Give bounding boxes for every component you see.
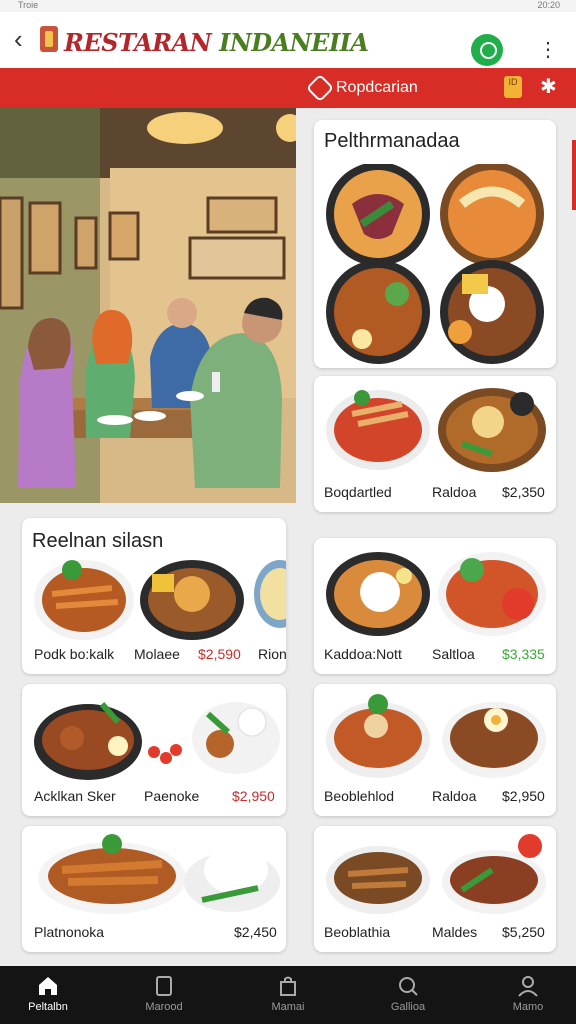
dish-image (326, 694, 546, 778)
nav-item-profile[interactable]: Mamo (480, 966, 576, 1024)
category-icon (305, 73, 335, 103)
dish-name: Acklkan Sker (34, 788, 116, 804)
book-icon (156, 976, 172, 996)
card-title: Pelthrmanadaa (324, 130, 460, 152)
dining-scene-image (0, 108, 296, 503)
dish-price: $3,335 (502, 646, 545, 662)
dish-image (326, 388, 546, 472)
dish-card[interactable]: Beoblehlod Raldoa $2,950 (314, 684, 556, 816)
dish-card[interactable]: Kaddoa:Nott Saltloa $3,335 (314, 538, 556, 674)
dish-price: $5,250 (502, 924, 545, 940)
dish-extra: Rion (258, 646, 286, 662)
dish-image (34, 702, 280, 780)
dish-image (326, 552, 546, 636)
dish-card[interactable]: Beoblathia Maldes $5,250 (314, 826, 556, 952)
dish-name: Podk bo:kalk (34, 646, 115, 662)
back-arrow-icon[interactable]: ‹ (14, 26, 36, 54)
more-options-icon[interactable]: ⋮ (538, 36, 558, 64)
dish-price: $2,450 (234, 924, 277, 940)
dish-name: Boqdartled (324, 484, 392, 500)
dish-image (38, 834, 280, 914)
dish-price: $2,590 (198, 646, 241, 662)
card-title: Reelnan silasn (32, 530, 164, 552)
nav-label: Mamo (512, 1001, 544, 1013)
dish-image (34, 560, 286, 640)
dish-card[interactable]: Boqdartled Raldoa $2,350 (314, 376, 556, 512)
app-title: RESTARAN INDANEIIA (64, 28, 369, 57)
nav-item-gallery[interactable]: Gallioa (360, 966, 456, 1024)
dish-tag: Molaee (134, 646, 180, 662)
dish-tag: Raldoa (432, 484, 477, 500)
dish-price: $2,350 (502, 484, 545, 500)
dish-name: Kaddoa:Nott (324, 646, 402, 662)
status-bar: Troie 20:20 (0, 0, 576, 12)
user-icon (518, 976, 538, 997)
dish-name: Platnonoka (34, 924, 105, 940)
dish-tag: Raldoa (432, 788, 477, 804)
dish-price: $2,950 (232, 788, 275, 804)
app-title-part2: INDANEIIA (219, 28, 369, 57)
nav-item-menu[interactable]: Marood (116, 966, 212, 1024)
dish-price: $2,950 (502, 788, 545, 804)
nav-item-home[interactable]: Peltalbn (0, 966, 96, 1024)
category-label[interactable]: Ropdcarian (336, 79, 418, 97)
home-icon (39, 977, 57, 995)
dish-tag: Paenoke (144, 788, 200, 804)
dish-tag: Saltloa (432, 646, 475, 662)
search-icon (399, 977, 418, 996)
featured-menu-card[interactable]: Pelthrmanadaa (314, 120, 556, 368)
dish-tag: Maldes (432, 924, 478, 940)
scroll-edge-accent (572, 140, 576, 210)
dish-name: Beoblathia (324, 924, 391, 940)
nav-item-orders[interactable]: Mamai (240, 966, 336, 1024)
dish-name: Beoblehlod (324, 788, 395, 804)
verified-button[interactable] (471, 34, 503, 66)
clock-text: 20:20 (537, 0, 560, 10)
featured-dishes-image (326, 164, 544, 364)
dish-card[interactable]: Platnonoka $2,450 (22, 826, 286, 952)
hero-illustration (0, 108, 296, 503)
nav-label: Mamai (271, 1001, 305, 1013)
dish-image (326, 834, 546, 914)
nav-label: Gallioa (390, 1001, 426, 1013)
restaurant-logo-icon (40, 26, 58, 52)
category-bar: Ropdcarian ID ✱ (0, 68, 576, 108)
bottom-navigation: Peltalbn Marood Mamai Gallioa Mamo (0, 966, 576, 1024)
nav-label: Marood (145, 1001, 183, 1013)
dish-card[interactable]: Acklkan Sker Paenoke $2,950 (22, 684, 286, 816)
nav-label: Peltalbn (28, 1001, 68, 1013)
settings-icon[interactable]: ✱ (540, 76, 560, 98)
bag-icon (280, 976, 296, 996)
app-bar: ‹ RESTARAN INDANEIIA ⋮ (0, 12, 576, 68)
app-title-part1: RESTARAN (64, 28, 212, 57)
carrier-text: Troie (18, 0, 39, 10)
recommendation-card[interactable]: Reelnan silasn Podk bo:kalk Molaee $2,59… (22, 518, 286, 674)
flag-badge[interactable]: ID (504, 76, 522, 98)
